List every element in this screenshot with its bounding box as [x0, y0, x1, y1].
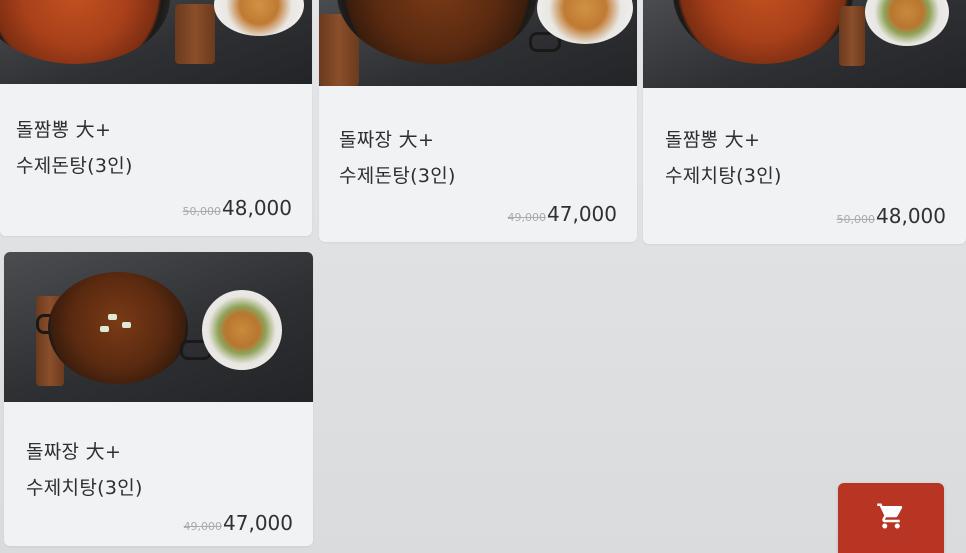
menu-item-price-row: 50,000 48,000 — [837, 204, 946, 228]
menu-item-price-row: 50,000 48,000 — [183, 196, 292, 220]
menu-item-name: 돌짬뽕 大+ 수제돈탕(3인) — [16, 119, 133, 177]
cart-button[interactable] — [838, 483, 944, 553]
menu-item-card[interactable]: 돌짜장 大+ 수제치탕(3인) 49,000 47,000 — [4, 252, 313, 546]
menu-item-card[interactable]: 돌짬뽕 大+ 수제치탕(3인) 50,000 48,000 — [643, 0, 966, 244]
menu-item-name: 돌짜장 大+ 수제치탕(3인) — [26, 441, 143, 499]
menu-grid: 돌짬뽕 大+ 수제돈탕(3인) 50,000 48,000 돌짜장 大+ 수제돈… — [0, 0, 966, 553]
menu-item-original-price: 50,000 — [836, 213, 876, 226]
menu-item-photo — [643, 0, 966, 88]
shopping-cart-icon — [876, 501, 906, 535]
menu-item-photo — [319, 0, 637, 86]
menu-item-price: 47,000 — [547, 202, 617, 226]
menu-item-price-row: 49,000 47,000 — [184, 511, 293, 535]
menu-item-card[interactable]: 돌짬뽕 大+ 수제돈탕(3인) 50,000 48,000 — [0, 0, 312, 236]
menu-item-price: 47,000 — [223, 511, 293, 535]
menu-item-card[interactable]: 돌짜장 大+ 수제돈탕(3인) 49,000 47,000 — [319, 0, 637, 242]
menu-item-photo — [0, 0, 312, 84]
menu-item-original-price: 49,000 — [507, 211, 547, 224]
menu-item-original-price: 49,000 — [183, 520, 223, 533]
menu-item-original-price: 50,000 — [182, 205, 222, 218]
menu-item-photo — [4, 252, 313, 402]
menu-item-price-row: 49,000 47,000 — [508, 202, 617, 226]
menu-item-name: 돌짜장 大+ 수제돈탕(3인) — [339, 129, 456, 187]
menu-item-price: 48,000 — [222, 196, 292, 220]
menu-item-name: 돌짬뽕 大+ 수제치탕(3인) — [665, 129, 782, 187]
menu-item-price: 48,000 — [876, 204, 946, 228]
